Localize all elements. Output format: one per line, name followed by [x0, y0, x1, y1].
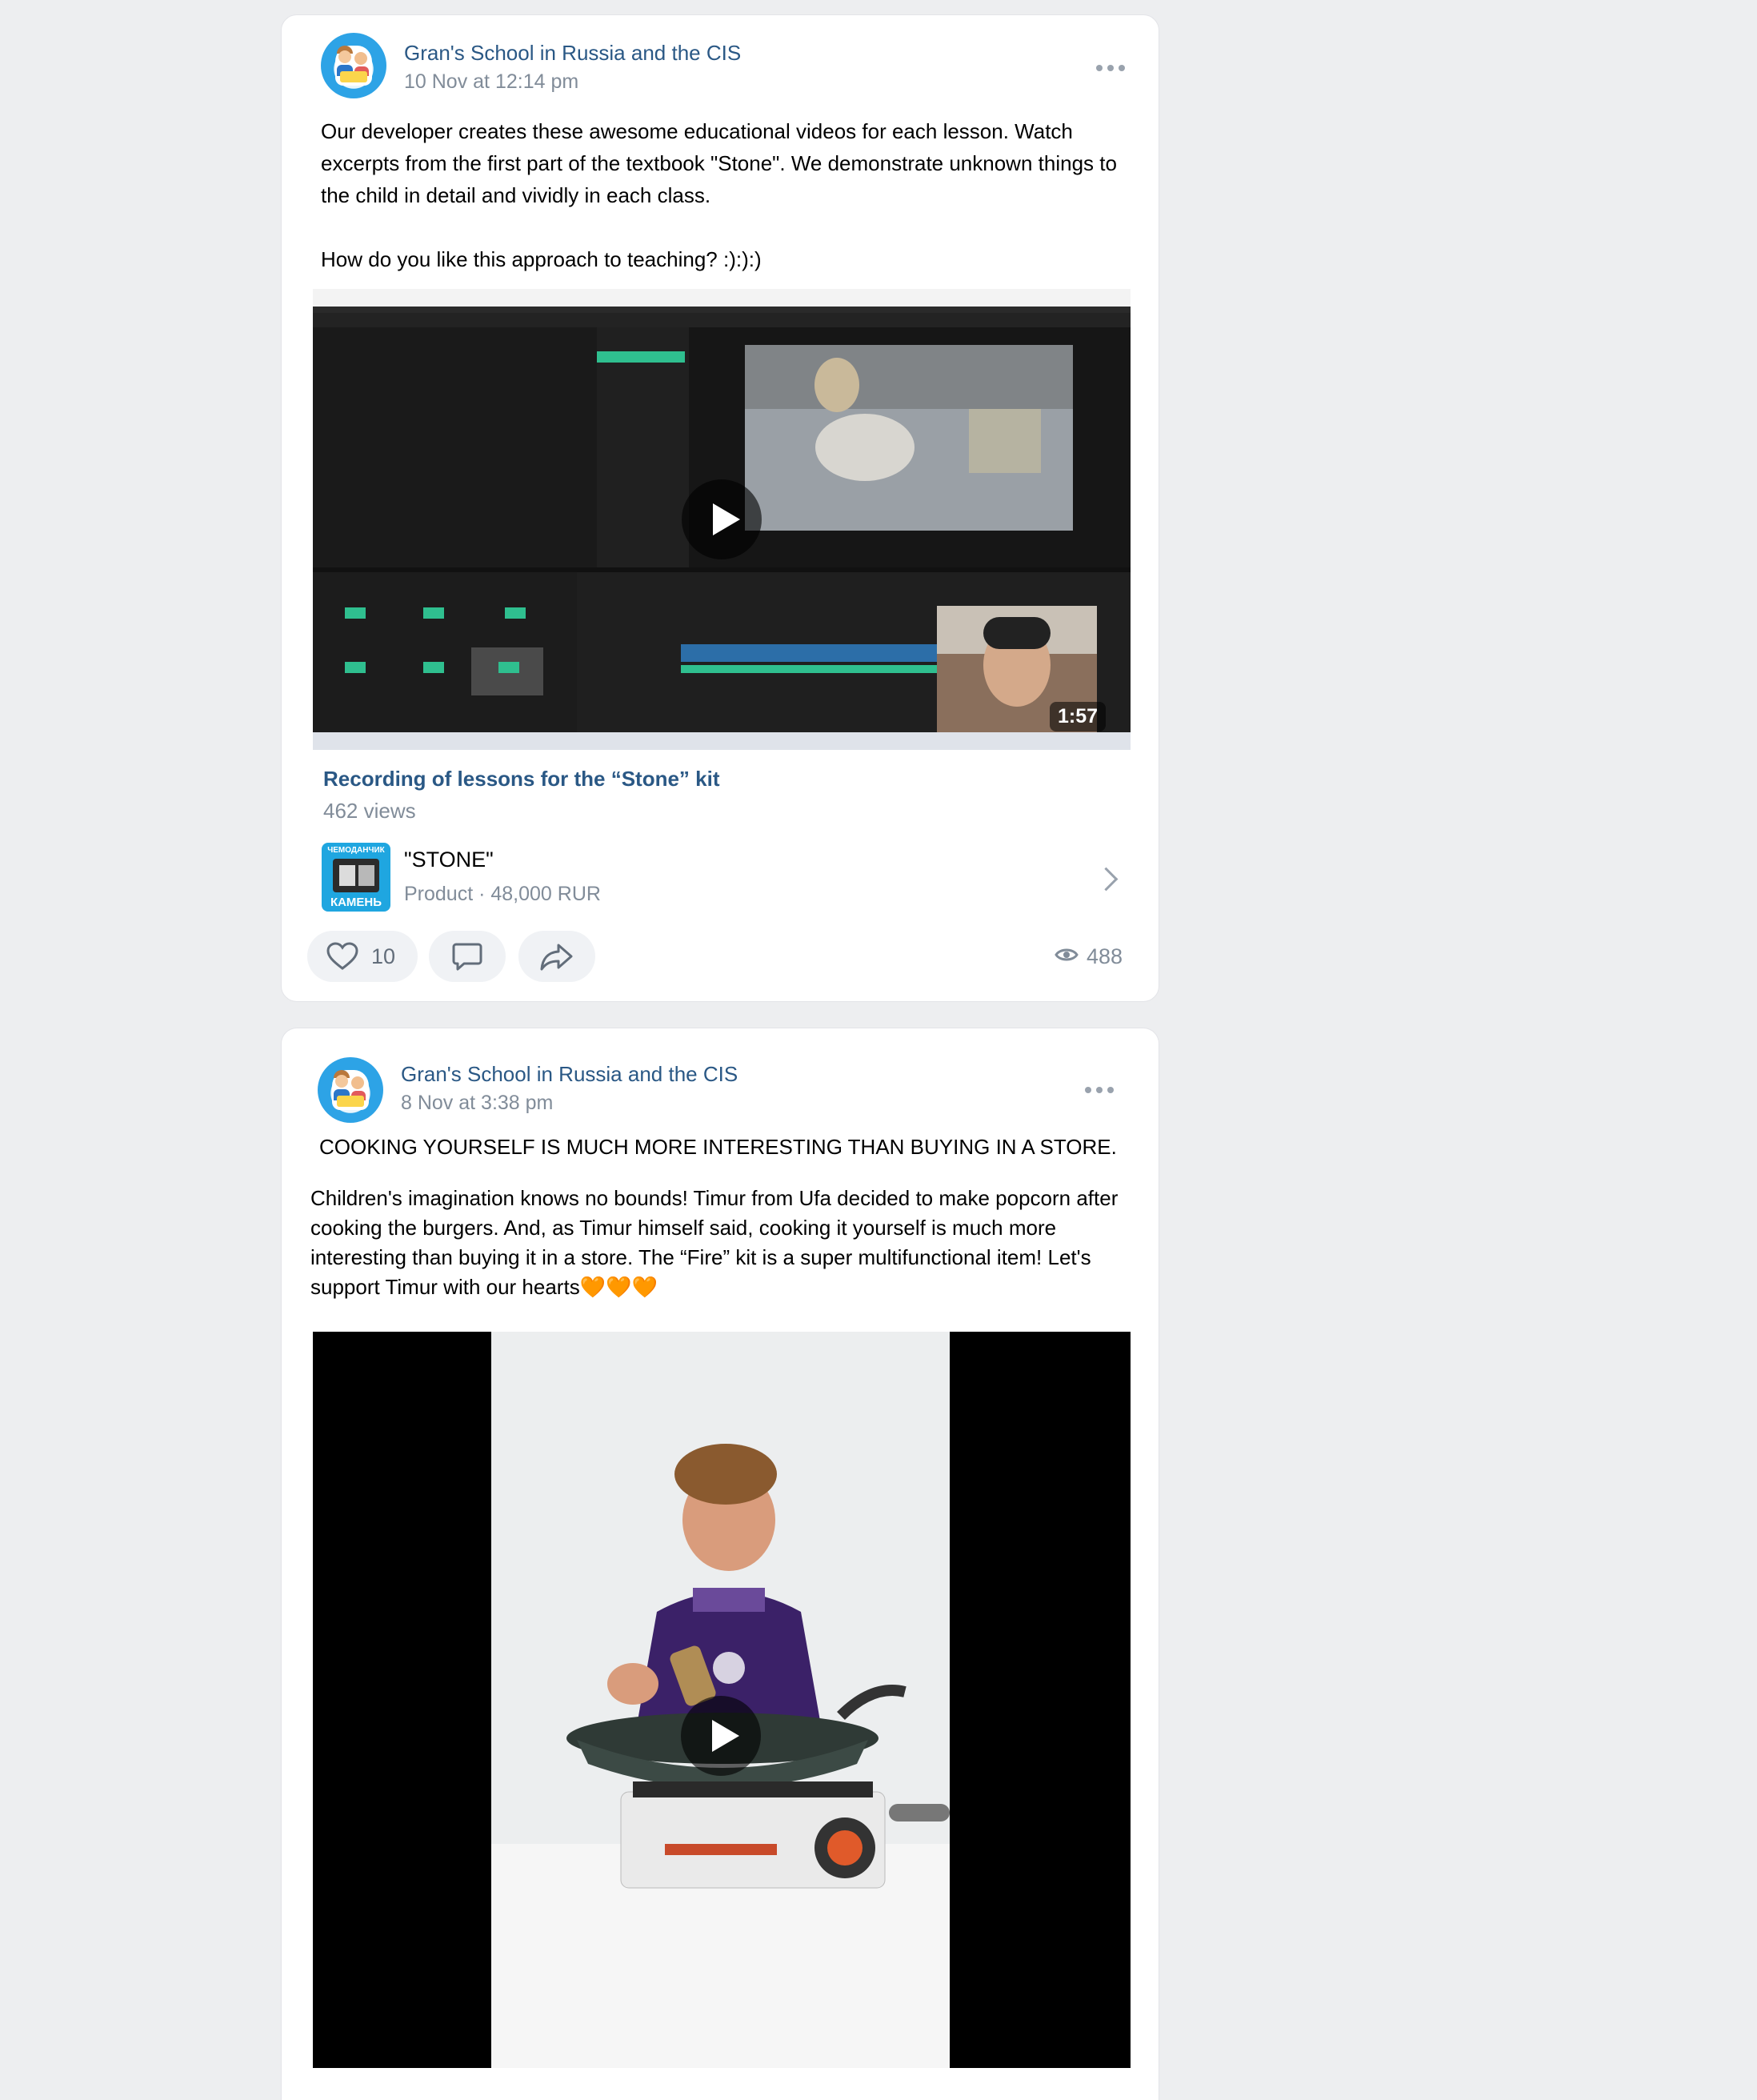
- post-text-line: How do you like this approach to teachin…: [321, 247, 762, 271]
- share-icon: [540, 944, 573, 971]
- community-avatar[interactable]: [321, 33, 386, 98]
- product-meta: Product · 48,000 RUR: [404, 883, 601, 905]
- post-card: Gran's School in Russia and the CIS 8 No…: [281, 1028, 1159, 2100]
- video-player[interactable]: [313, 1332, 1131, 2068]
- post-date[interactable]: 10 Nov at 12:14 pm: [404, 70, 578, 94]
- post-date[interactable]: 8 Nov at 3:38 pm: [401, 1092, 553, 1115]
- post-text-line: interesting than buying it in a store. T…: [310, 1245, 1091, 1269]
- community-avatar[interactable]: [318, 1057, 383, 1123]
- video-player[interactable]: 1:57: [313, 289, 1131, 750]
- post-text-line: Children's imagination knows no bounds! …: [310, 1186, 1119, 1210]
- post-card: Gran's School in Russia and the CIS 10 N…: [281, 14, 1159, 1002]
- post-text: Our developer creates these awesome educ…: [321, 115, 1129, 275]
- post-text-line: cooking the burgers. And, as Timur himse…: [310, 1216, 1057, 1240]
- product-thumbnail[interactable]: ЧЕМОДАНЧИК КАМЕНЬ: [322, 843, 390, 912]
- post-text-line: Our developer creates these awesome educ…: [321, 119, 1073, 143]
- video-duration: 1:57: [1050, 702, 1107, 731]
- more-options-icon[interactable]: [1085, 1085, 1117, 1095]
- more-options-icon[interactable]: [1096, 63, 1128, 73]
- views-count: 488: [1087, 944, 1123, 968]
- like-button[interactable]: 10: [307, 931, 418, 982]
- comment-button[interactable]: [429, 931, 506, 982]
- product-thumb-label-top: ЧЕМОДАНЧИК: [327, 846, 385, 855]
- like-count: 10: [371, 944, 396, 968]
- post-headline: COOKING YOURSELF IS MUCH MORE INTERESTIN…: [319, 1135, 1117, 1159]
- post-author-link[interactable]: Gran's School in Russia and the CIS: [404, 41, 741, 66]
- video-views: 462 views: [323, 799, 416, 823]
- product-name[interactable]: "STONE": [404, 848, 494, 872]
- play-button[interactable]: [682, 479, 762, 559]
- post-text-line: support Timur with our hearts🧡🧡🧡: [310, 1275, 658, 1299]
- play-button[interactable]: [681, 1696, 761, 1776]
- post-author-link[interactable]: Gran's School in Russia and the CIS: [401, 1062, 738, 1087]
- share-button[interactable]: [518, 931, 595, 982]
- post-text: Children's imagination knows no bounds! …: [310, 1184, 1151, 1302]
- eye-icon: [1055, 948, 1079, 961]
- comment-icon: [452, 943, 482, 971]
- post-text-spacer: [321, 211, 1129, 243]
- post-text-line: the child in detail and vividly in each …: [321, 183, 711, 207]
- video-title-link[interactable]: Recording of lessons for the “Stone” kit: [323, 767, 720, 792]
- post-text-line: excerpts from the first part of the text…: [321, 151, 1117, 175]
- heart-icon: [326, 942, 358, 970]
- chevron-right-icon[interactable]: [1094, 867, 1119, 892]
- product-thumb-label-bottom: КАМЕНЬ: [330, 896, 382, 909]
